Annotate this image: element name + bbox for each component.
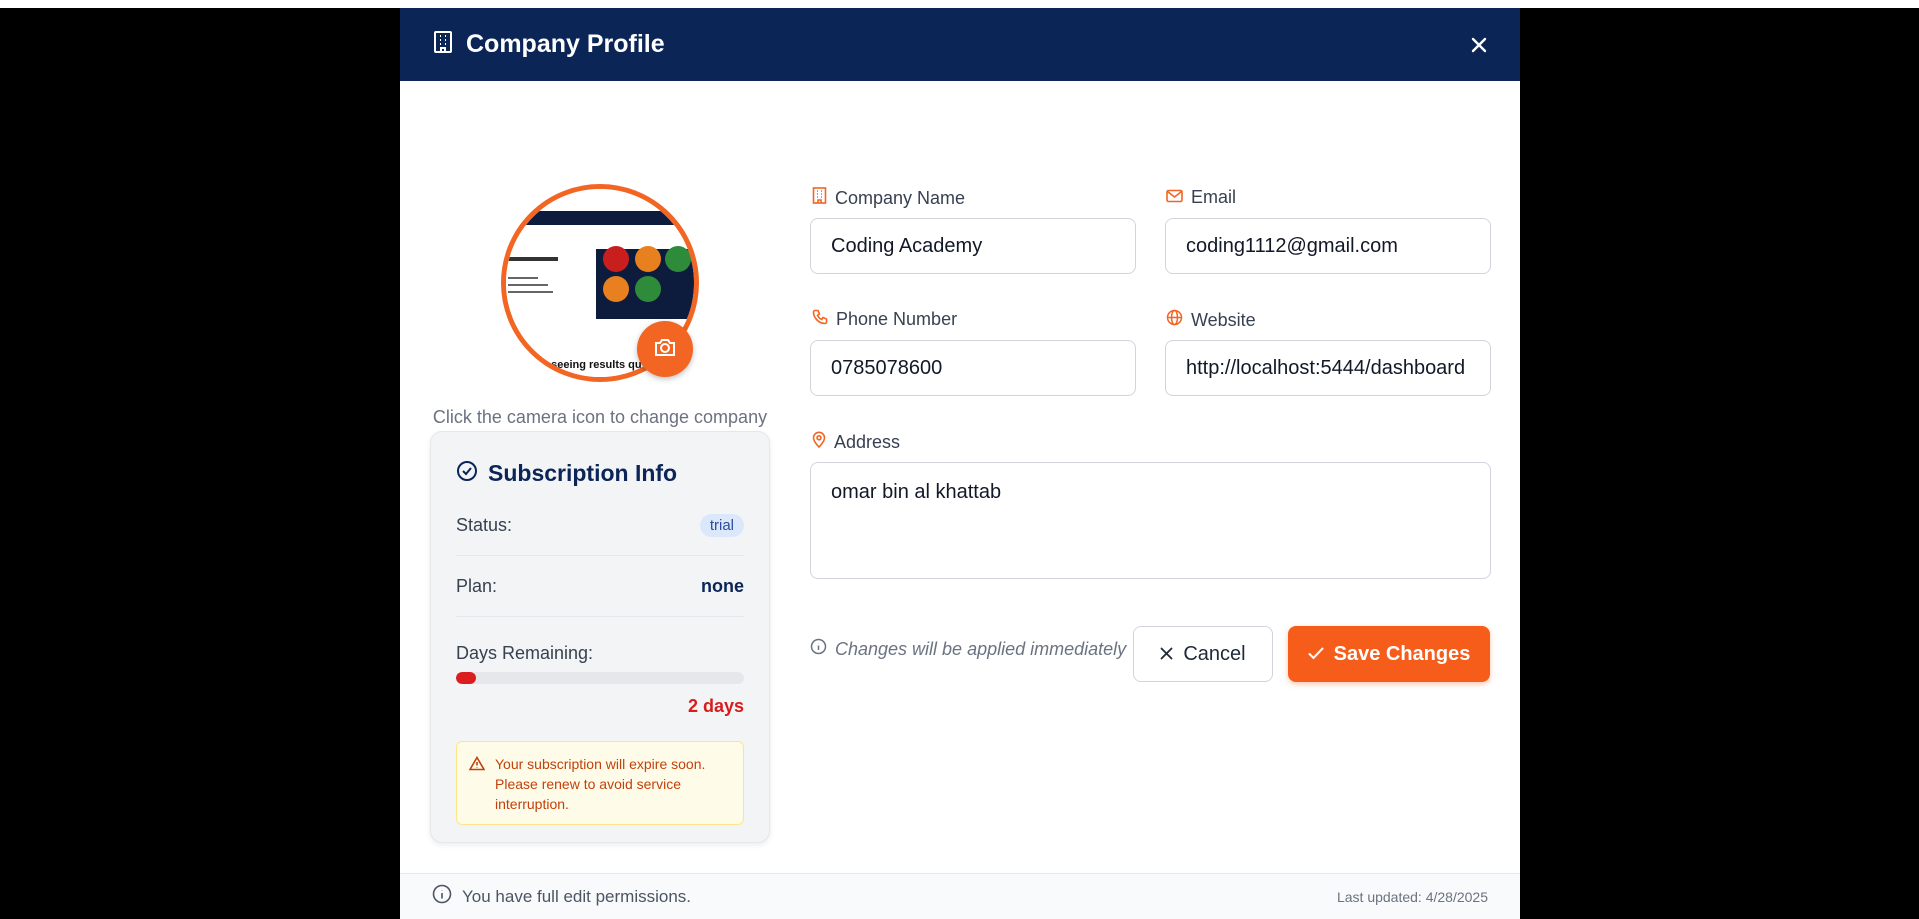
apply-note-text: Changes will be applied immediately bbox=[835, 638, 1127, 659]
cancel-button[interactable]: Cancel bbox=[1133, 626, 1273, 682]
company-profile-modal: Company Profile art seeing results qu Cl… bbox=[400, 8, 1520, 919]
status-row: Status: trial bbox=[456, 495, 744, 556]
status-badge: trial bbox=[699, 513, 744, 537]
modal-header: Company Profile bbox=[400, 8, 1520, 81]
plan-row: Plan: none bbox=[456, 556, 744, 617]
map-pin-icon bbox=[812, 431, 826, 453]
modal-footer: You have full edit permissions. Last upd… bbox=[400, 873, 1520, 919]
modal-title: Company Profile bbox=[466, 30, 665, 58]
cancel-label: Cancel bbox=[1183, 642, 1246, 665]
email-input[interactable] bbox=[1165, 218, 1491, 274]
phone-label-text: Phone Number bbox=[836, 309, 958, 329]
check-icon bbox=[1308, 643, 1324, 666]
phone-label: Phone Number bbox=[812, 309, 957, 330]
close-icon[interactable] bbox=[1470, 36, 1488, 54]
days-progress-bar bbox=[456, 672, 744, 684]
website-label-text: Website bbox=[1191, 309, 1256, 330]
website-label: Website bbox=[1166, 309, 1256, 331]
globe-icon bbox=[1166, 309, 1183, 331]
address-input[interactable]: omar bin al khattab bbox=[810, 462, 1491, 579]
warning-icon bbox=[468, 755, 486, 776]
company-name-input[interactable] bbox=[810, 218, 1136, 274]
plan-label: Plan: bbox=[456, 575, 498, 596]
mail-icon bbox=[1166, 187, 1183, 208]
phone-input[interactable] bbox=[810, 340, 1136, 396]
camera-button[interactable] bbox=[637, 321, 693, 377]
building-icon bbox=[432, 30, 454, 59]
company-name-label: Company Name bbox=[812, 187, 965, 209]
save-changes-button[interactable]: Save Changes bbox=[1288, 626, 1490, 682]
days-remaining-label: Days Remaining: bbox=[456, 643, 594, 663]
info-icon bbox=[810, 638, 827, 660]
days-remaining-value: 2 days bbox=[687, 696, 744, 716]
subscription-title: Subscription Info bbox=[488, 460, 678, 486]
check-circle-icon bbox=[456, 460, 478, 487]
days-progress-fill bbox=[456, 672, 477, 684]
building-icon bbox=[812, 187, 827, 209]
warning-text: Your subscription will expire soon. Plea… bbox=[495, 756, 706, 812]
subscription-card: Subscription Info Status: trial Plan: no… bbox=[430, 431, 770, 843]
subscription-header: Subscription Info bbox=[456, 460, 744, 487]
expiry-warning: Your subscription will expire soon. Plea… bbox=[456, 741, 744, 825]
top-strip bbox=[0, 0, 1919, 8]
camera-icon bbox=[654, 337, 676, 362]
last-updated: Last updated: 4/28/2025 bbox=[1336, 888, 1488, 905]
phone-icon bbox=[812, 309, 828, 330]
status-label: Status: bbox=[456, 514, 513, 535]
modal-body: art seeing results qu Click the camera i… bbox=[400, 81, 1520, 873]
permissions-text: You have full edit permissions. bbox=[462, 886, 692, 906]
logo-preview-caption: art seeing results qu bbox=[534, 359, 642, 371]
save-label: Save Changes bbox=[1333, 642, 1471, 665]
email-label-text: Email bbox=[1191, 187, 1237, 207]
address-label: Address bbox=[812, 431, 900, 453]
info-icon bbox=[432, 884, 452, 909]
company-name-label-text: Company Name bbox=[835, 187, 966, 208]
close-icon bbox=[1160, 643, 1173, 666]
apply-note: Changes will be applied immediately bbox=[810, 638, 1126, 660]
company-logo: art seeing results qu bbox=[501, 184, 699, 382]
plan-value: none bbox=[701, 575, 744, 596]
email-label: Email bbox=[1166, 187, 1236, 208]
website-input[interactable] bbox=[1165, 340, 1491, 396]
address-label-text: Address bbox=[834, 431, 901, 452]
